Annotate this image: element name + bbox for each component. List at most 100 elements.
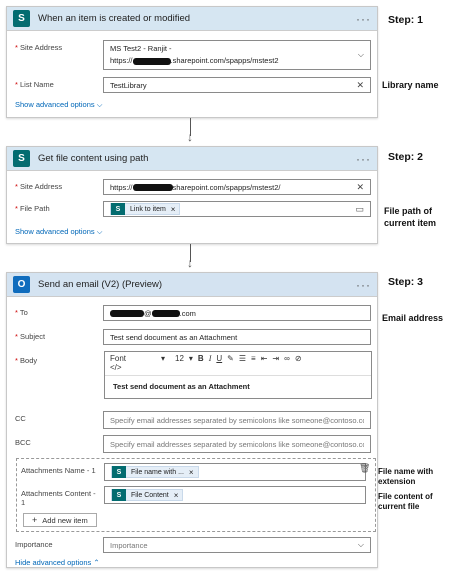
attachment-content-label: Attachments Content - 1: [21, 486, 104, 507]
file-path-note-line2: current item: [384, 218, 437, 228]
sharepoint-icon: S: [13, 150, 30, 167]
add-new-item-label: Add new item: [42, 515, 88, 525]
font-select[interactable]: Font ▾: [110, 354, 170, 363]
remove-token-icon[interactable]: ×: [171, 205, 176, 214]
dynamic-content-token[interactable]: S File Content ×: [111, 489, 184, 501]
sharepoint-icon: S: [13, 10, 30, 27]
attachment-content-value: S File Content ×: [111, 489, 359, 501]
site-address-row: * Site Address MS Test2 - Ranjit - https…: [15, 40, 371, 70]
redacted-block: [132, 57, 171, 65]
email-address-note: Email address: [382, 313, 444, 323]
delete-icon[interactable]: 🗑: [359, 463, 370, 474]
file-path-label: * File Path: [15, 204, 50, 213]
file-path-note-line1: File path of: [384, 206, 432, 216]
chevron-up-icon: ⌃: [93, 558, 100, 567]
more-options-icon[interactable]: ···: [356, 12, 371, 26]
chevron-down-icon[interactable]: ⌵: [358, 50, 364, 60]
site-address-label: * Site Address: [15, 43, 63, 52]
numbered-list-icon[interactable]: ≡: [251, 354, 256, 363]
show-advanced-options-link[interactable]: Show advanced options ⌵: [15, 100, 102, 110]
body-text[interactable]: Test send document as an Attachment: [105, 376, 371, 398]
attachment-content-field[interactable]: S File Content ×: [104, 486, 366, 504]
importance-value: Importance: [110, 540, 148, 550]
font-size-select[interactable]: 12 ▾: [175, 354, 193, 363]
list-name-label: * List Name: [15, 80, 54, 89]
step-2-label: Step: 2: [388, 151, 424, 163]
show-advanced-options-link[interactable]: Show advanced options ⌵: [15, 227, 102, 237]
get-file-card-header[interactable]: S Get file content using path ···: [7, 147, 377, 171]
bcc-label: BCC: [15, 438, 31, 447]
clear-icon[interactable]: ✕: [356, 80, 364, 91]
library-name-note: Library name: [382, 80, 439, 90]
subject-field[interactable]: Test send document as an Attachment: [103, 329, 371, 345]
trigger-card-title: When an item is created or modified: [38, 13, 191, 24]
token-label: Link to item: [130, 205, 166, 213]
token-label: File name with ...: [131, 468, 184, 476]
site-address-line1: MS Test2 - Ranjit -: [110, 44, 172, 53]
file-path-row: * File Path S Link to item × ▭: [15, 201, 371, 217]
file-path-field[interactable]: S Link to item × ▭: [103, 201, 371, 217]
file-name-note-line1: File name with: [378, 467, 434, 476]
site-address-dropdown[interactable]: MS Test2 - Ranjit - https://.sharepoint.…: [103, 40, 371, 70]
indent-icon[interactable]: ⇥: [272, 354, 279, 363]
redacted-block: [132, 184, 173, 192]
italic-icon[interactable]: I: [209, 354, 212, 363]
importance-row: Importance Importance ⌵: [15, 537, 371, 553]
bcc-placeholder: Specify email addresses separated by sem…: [110, 439, 364, 449]
importance-dropdown[interactable]: Importance ⌵: [103, 537, 371, 553]
color-icon[interactable]: ✎: [227, 354, 234, 363]
unlink-icon[interactable]: ⊘: [295, 354, 302, 363]
to-label: * To: [15, 308, 28, 317]
site-address-value: https://sharepoint.com/spapps/mstest2/: [110, 182, 281, 192]
clear-icon[interactable]: ✕: [356, 182, 364, 193]
attachment-content-label-line2: 1: [21, 498, 26, 507]
bold-icon[interactable]: B: [198, 354, 204, 363]
file-path-value: S Link to item ×: [110, 203, 355, 215]
arrow-down-icon: ↓: [187, 130, 193, 144]
site-address-field[interactable]: https://sharepoint.com/spapps/mstest2/ ✕: [103, 179, 371, 195]
file-content-note: File content of current file: [378, 492, 433, 512]
cc-field[interactable]: Specify email addresses separated by sem…: [103, 411, 371, 429]
site-address-line2: https://.sharepoint.com/spapps/mstest2: [110, 56, 279, 65]
underline-icon[interactable]: U: [216, 354, 222, 363]
subject-value: Test send document as an Attachment: [110, 332, 238, 342]
site-address-row: * Site Address https://sharepoint.com/sp…: [15, 179, 371, 195]
attachment-content-label-line1: Attachments Content -: [21, 489, 96, 498]
folder-icon[interactable]: ▭: [355, 204, 364, 215]
to-field[interactable]: @ .com: [103, 305, 371, 321]
hide-advanced-options-link[interactable]: Hide advanced options ⌃: [15, 558, 100, 567]
bullet-list-icon[interactable]: ☰: [239, 354, 246, 363]
bcc-field[interactable]: Specify email addresses separated by sem…: [103, 435, 371, 453]
get-file-card-title: Get file content using path: [38, 153, 149, 164]
add-new-item-button[interactable]: + Add new item: [23, 513, 97, 527]
attachment-content-row: Attachments Content - 1 S File Content ×: [21, 486, 366, 507]
chevron-down-icon[interactable]: ⌵: [358, 540, 364, 550]
token-label: File Content: [131, 491, 169, 499]
body-editor[interactable]: Font ▾ 12 ▾ B I U ✎ ☰ ≡ ⇤ ⇥ ∞ ⊘ </> Test s…: [104, 351, 372, 399]
more-options-icon[interactable]: ···: [356, 278, 371, 292]
trigger-card: S When an item is created or modified ··…: [6, 6, 378, 118]
dynamic-content-token[interactable]: S Link to item ×: [110, 203, 181, 215]
outdent-icon[interactable]: ⇤: [261, 354, 268, 363]
bcc-row: BCC Specify email addresses separated by…: [15, 435, 371, 453]
dynamic-content-token[interactable]: S File name with ... ×: [111, 466, 199, 478]
attachment-name-value: S File name with ... ×: [111, 466, 359, 478]
list-name-value: TestLibrary: [110, 80, 147, 90]
sharepoint-icon: S: [112, 489, 126, 501]
list-name-field[interactable]: TestLibrary ✕: [103, 77, 371, 93]
link-icon[interactable]: ∞: [284, 354, 290, 363]
plus-icon: +: [32, 515, 38, 525]
send-email-card: O Send an email (V2) (Preview) ··· * To …: [6, 272, 378, 568]
code-view-icon[interactable]: </>: [110, 363, 366, 372]
list-name-row: * List Name TestLibrary ✕: [15, 77, 371, 93]
remove-token-icon[interactable]: ×: [174, 491, 179, 500]
redacted-block: [151, 310, 180, 318]
more-options-icon[interactable]: ···: [356, 152, 371, 166]
send-email-card-header[interactable]: O Send an email (V2) (Preview) ···: [7, 273, 377, 297]
cc-label: CC: [15, 414, 26, 423]
trigger-card-header[interactable]: S When an item is created or modified ··…: [7, 7, 377, 31]
remove-token-icon[interactable]: ×: [189, 468, 194, 477]
chevron-down-icon: ⌵: [96, 227, 103, 236]
sharepoint-icon: S: [112, 466, 126, 478]
attachment-name-field[interactable]: S File name with ... ×: [104, 463, 366, 481]
